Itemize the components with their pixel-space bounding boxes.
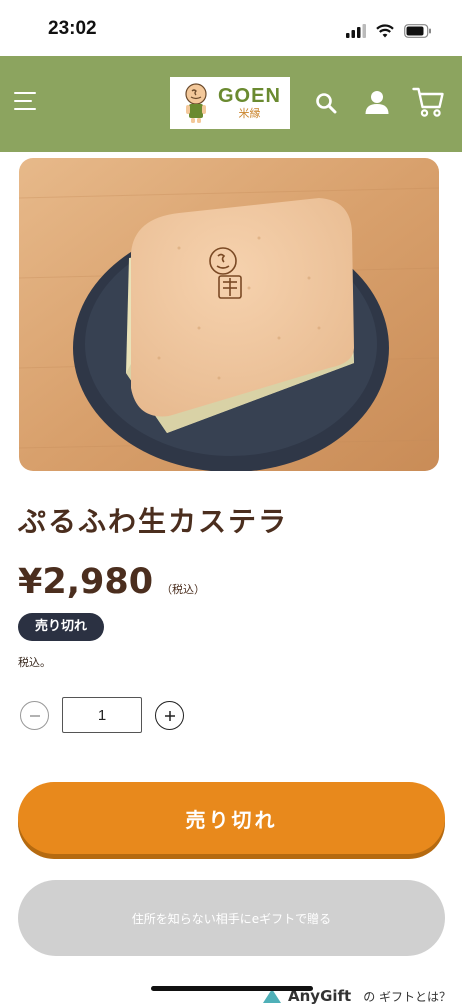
price-amount: ¥2,980 [18,562,154,602]
hamburger-menu-icon[interactable] [14,90,36,112]
rice-mascot-icon [185,83,207,123]
signal-icon [346,24,366,38]
site-header: GOEN 米縁 [0,56,462,152]
site-logo[interactable]: GOEN 米縁 [170,77,290,129]
tax-note: 税込。 [18,656,51,669]
status-bar: 23:02 [0,0,462,56]
egift-button[interactable]: 住所を知らない相手にeギフトで贈る [18,880,445,956]
home-indicator [151,986,313,991]
status-time: 23:02 [48,18,97,39]
status-icons [346,22,432,40]
logo-sub: 米縁 [238,106,261,120]
cart-icon[interactable] [412,86,444,118]
plus-icon [164,710,175,721]
anygift-question: の ギフトとは？ [363,989,452,1004]
product-price: ¥2,980 （税込） [18,562,205,602]
sold-out-badge: 売り切れ [18,613,105,641]
sold-out-button[interactable]: 売り切れ [18,782,445,854]
quantity-input[interactable] [62,697,142,733]
sold-out-button-label: 売り切れ [185,807,278,832]
logo-brand: GOEN [218,84,281,107]
wifi-icon [376,24,394,38]
quantity-decrease-button[interactable] [20,701,49,730]
quantity-increase-button[interactable] [155,701,184,730]
product-title: ぷるふわ生カステラ [18,505,289,538]
product-image[interactable] [19,158,439,471]
egift-button-label: 住所を知らない相手にeギフトで贈る [131,911,332,926]
minus-icon [29,714,40,717]
user-icon[interactable] [364,89,390,115]
price-tax-label: （税込） [161,583,206,596]
battery-icon [404,24,431,38]
search-icon[interactable] [315,92,337,114]
